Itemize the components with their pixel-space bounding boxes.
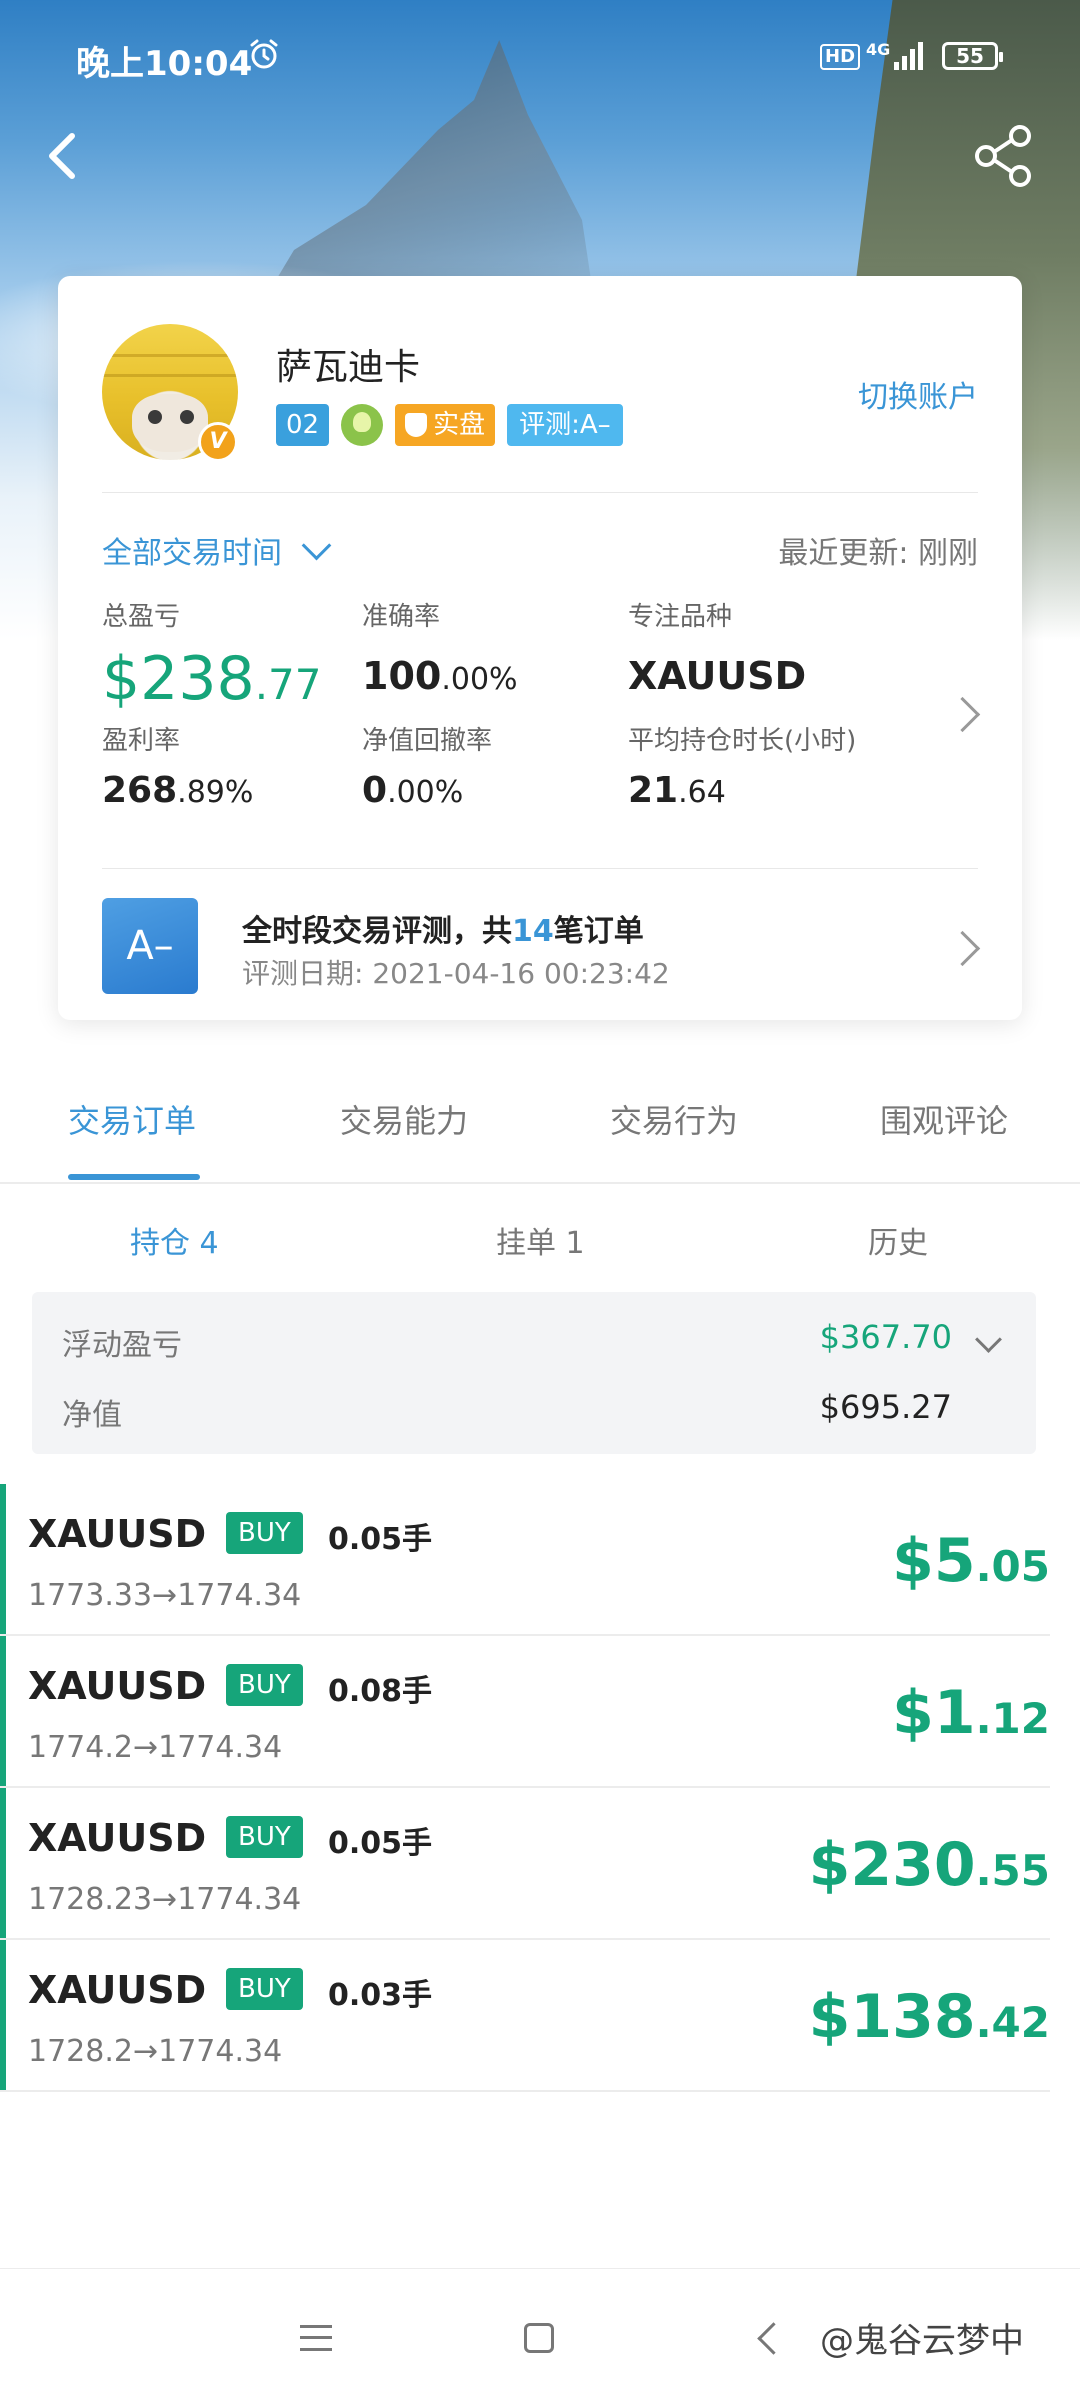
status-bar: 晚上10:04 HD 4G 55 [0,0,1080,120]
floating-pnl-value: $367.70 [819,1318,952,1356]
accuracy-label: 准确率 [362,602,441,632]
focus-symbol-value: XAUUSD [628,654,807,698]
back-icon[interactable] [36,126,88,186]
tab-behavior[interactable]: 交易行为 [610,1096,738,1142]
verified-icon: V [198,422,238,462]
evaluation-date: 评测日期: 2021-04-16 00:23:42 [242,957,670,990]
order-price: 1774.2→1774.34 [28,1730,283,1765]
drawdown-label: 净值回撤率 [362,726,493,756]
order-pnl: $5.05 [892,1526,1050,1596]
order-lots: 0.08手 [328,1674,433,1709]
floating-pnl-label: 浮动盈亏 [62,1328,182,1363]
hold-time-value: 21.64 [628,770,726,811]
hd-icon: HD [820,44,861,70]
menu-icon[interactable] [300,2325,332,2351]
level-badge: 02 [276,404,330,446]
equity-value: $695.27 [819,1388,952,1426]
home-icon[interactable] [524,2323,554,2353]
accuracy-value: 100.00% [362,654,518,698]
order-pnl: $230.55 [808,1830,1050,1900]
order-price: 1773.33→1774.34 [28,1578,302,1613]
share-icon[interactable] [972,122,1036,190]
profit-rate-label: 盈利率 [102,726,181,756]
buy-badge: BUY [226,1968,303,2010]
order-row[interactable]: XAUUSD BUY 0.03手 1728.2→1774.34 $138.42 [0,1940,1050,2092]
chevron-right-icon [944,696,981,733]
time-filter-dropdown[interactable]: 全部交易时间 [102,528,332,572]
order-lots: 0.05手 [328,1826,433,1861]
tab-comments[interactable]: 围观评论 [880,1096,1008,1142]
lightbulb-icon [341,404,384,446]
buy-badge: BUY [226,1512,303,1554]
main-tabs: 交易订单 交易能力 交易行为 围观评论 [0,1070,1080,1184]
buy-badge: BUY [226,1664,303,1706]
shield-check-icon [405,413,428,437]
divider [102,868,978,869]
switch-account-link[interactable]: 切换账户 [858,372,978,416]
cat-face [132,394,208,452]
last-update-text: 最近更新: 刚刚 [778,536,978,571]
order-lots: 0.03手 [328,1978,433,2013]
buy-badge: BUY [226,1816,303,1858]
back-nav-icon[interactable] [757,2322,790,2355]
order-row[interactable]: XAUUSD BUY 0.08手 1774.2→1774.34 $1.12 [0,1636,1050,1788]
subtab-history[interactable]: 历史 [868,1218,928,1262]
signal-icon [894,42,923,70]
drawdown-value: 0.00% [362,770,464,811]
order-pnl: $1.12 [892,1678,1050,1748]
tab-orders[interactable]: 交易订单 [68,1096,196,1142]
order-symbol: XAUUSD [28,1968,207,2012]
order-lots: 0.05手 [328,1522,433,1557]
total-pnl-label: 总盈亏 [102,602,181,632]
order-row[interactable]: XAUUSD BUY 0.05手 1773.33→1774.34 $5.05 [0,1484,1050,1636]
username: 萨瓦迪卡 [276,347,421,388]
alarm-icon [250,39,278,69]
subtab-pending[interactable]: 挂单 1 [496,1218,585,1262]
chevron-down-icon[interactable] [975,1326,1002,1353]
equity-label: 净值 [62,1398,122,1433]
chevron-down-icon [301,530,332,560]
status-time: 晚上10:04 [76,44,253,84]
real-account-badge: 实盘 [395,404,496,446]
order-symbol: XAUUSD [28,1512,207,1556]
battery-icon: 55 [942,42,1003,70]
network-type: 4G [866,40,891,59]
floating-pnl-summary[interactable]: 浮动盈亏 $367.70 净值 $695.27 [32,1292,1036,1454]
chevron-right-icon [944,930,981,967]
profile-card: V 萨瓦迪卡 02 实盘 评测:A– 切换账户 全部交易时间 最近更新: 刚刚 … [58,276,1022,1020]
evaluation-badge: 评测:A– [507,404,623,446]
order-pnl: $138.42 [808,1982,1050,2052]
tab-ability[interactable]: 交易能力 [340,1096,468,1142]
profit-rate-value: 268.89% [102,770,254,811]
badge-row: 02 实盘 评测:A– [276,404,623,446]
active-tab-indicator [68,1174,200,1180]
order-symbol: XAUUSD [28,1664,207,1708]
order-row[interactable]: XAUUSD BUY 0.05手 1728.23→1774.34 $230.55 [0,1788,1050,1940]
divider [102,492,978,493]
total-pnl-value: $238.77 [102,644,322,714]
evaluation-title: 全时段交易评测，共14笔订单 [242,914,644,949]
system-nav-bar: @鬼谷云梦中 [0,2268,1080,2401]
order-price: 1728.2→1774.34 [28,2034,283,2069]
watermark: @鬼谷云梦中 [820,2321,1024,2361]
grade-icon: A– [102,898,198,994]
hold-time-label: 平均持仓时长(小时) [628,726,857,756]
order-symbol: XAUUSD [28,1816,207,1860]
focus-symbol-label: 专注品种 [628,602,733,632]
subtab-positions[interactable]: 持仓 4 [130,1218,219,1262]
order-price: 1728.23→1774.34 [28,1882,302,1917]
